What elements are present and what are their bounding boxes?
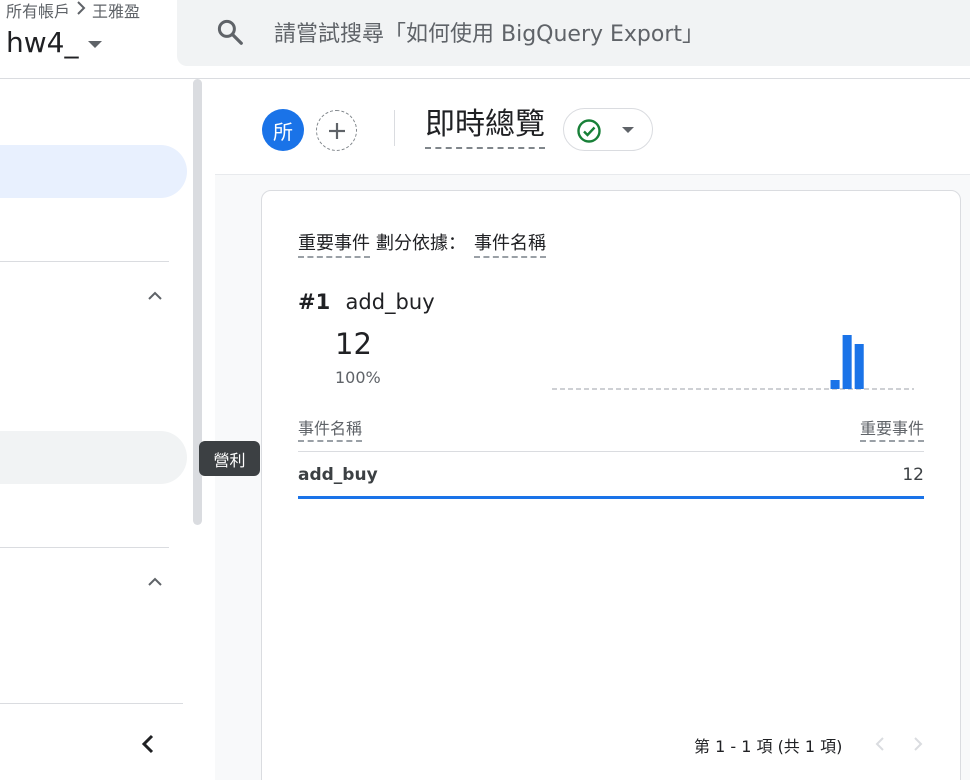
sidebar-item-hovered[interactable]	[0, 431, 187, 484]
top-percent: 100%	[335, 368, 381, 387]
sidebar-divider	[0, 703, 183, 704]
sparkline-bar	[830, 380, 840, 389]
minute-sparkline-chart	[552, 335, 914, 390]
dimension-selector[interactable]: 事件名稱	[474, 229, 546, 258]
comparison-avatar[interactable]: 所	[262, 109, 304, 151]
breadcrumb-account[interactable]: 王雅盈	[92, 0, 140, 22]
report-header: 所 即時總覽	[215, 79, 970, 175]
row-event-value: 12	[902, 465, 924, 485]
plus-icon	[328, 122, 345, 139]
report-title[interactable]: 即時總覽	[425, 105, 545, 149]
sidebar-divider	[0, 547, 169, 548]
header-divider	[394, 110, 395, 146]
sidebar-divider	[0, 261, 169, 262]
sidebar	[0, 79, 203, 780]
breadcrumb-accounts[interactable]: 所有帳戶	[6, 0, 70, 22]
property-name: hw4_	[6, 26, 79, 59]
top-name: add_buy	[345, 290, 435, 314]
card-title: 重要事件 劃分依據： 事件名稱	[298, 229, 546, 258]
column-header-dimension[interactable]: 事件名稱	[298, 415, 363, 442]
check-circle-icon	[577, 119, 601, 143]
top-item: #1 add_buy	[298, 290, 435, 314]
metric-selector[interactable]: 重要事件	[298, 229, 370, 258]
search-input[interactable]: 請嘗試搜尋「如何使用 BigQuery Export」	[274, 16, 704, 48]
sparkline-bar	[854, 344, 864, 389]
row-share-bar	[298, 496, 924, 499]
search-bar[interactable]: 請嘗試搜尋「如何使用 BigQuery Export」	[177, 0, 970, 66]
property-selector[interactable]: hw4_	[6, 26, 103, 59]
chevron-right-icon	[75, 1, 87, 19]
search-icon[interactable]	[215, 17, 245, 47]
breadcrumb[interactable]: 所有帳戶 王雅盈	[6, 0, 140, 22]
top-value: 12	[335, 327, 372, 361]
row-event-name: add_buy	[298, 465, 378, 485]
collapse-sidebar-icon[interactable]	[136, 731, 162, 757]
top-bar: 所有帳戶 王雅盈 hw4_ 請嘗試搜尋「如何使用 BigQuery Export…	[0, 0, 970, 79]
main-content: 所 即時總覽 重要事件 劃分依據： 事件名稱 #1 add_buy 12 100…	[215, 79, 970, 780]
column-header-metric[interactable]: 重要事件	[859, 415, 924, 442]
dropdown-arrow-icon	[88, 41, 103, 48]
report-status-button[interactable]	[563, 108, 653, 151]
breakdown-label: 劃分依據：	[376, 233, 466, 254]
chevron-right-icon[interactable]	[908, 735, 926, 753]
add-comparison-button[interactable]	[316, 110, 357, 151]
sparkline-bar	[842, 335, 852, 389]
key-events-card: 重要事件 劃分依據： 事件名稱 #1 add_buy 12 100% 事件名稱 …	[261, 190, 961, 780]
pagination-label: 第 1 - 1 項 (共 1 項)	[694, 737, 843, 756]
chevron-up-icon[interactable]	[146, 287, 164, 305]
table-header-divider	[298, 451, 924, 452]
chevron-left-icon[interactable]	[872, 735, 890, 753]
chevron-up-icon[interactable]	[146, 573, 164, 591]
sidebar-item-active[interactable]	[0, 145, 187, 198]
dropdown-arrow-icon	[622, 127, 634, 133]
top-rank: #1	[298, 290, 331, 314]
sidebar-tooltip: 營利	[199, 441, 260, 476]
